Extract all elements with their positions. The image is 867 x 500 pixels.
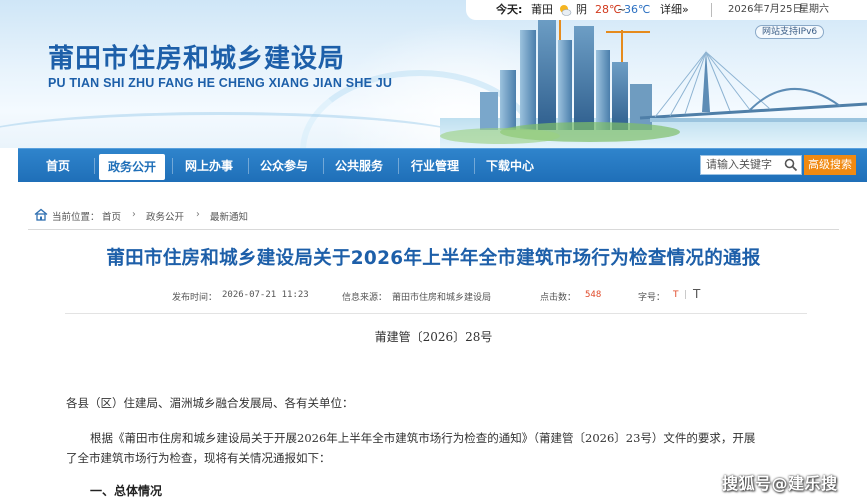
weather-separator (711, 3, 712, 17)
document-number: 莆建管〔2026〕28号 (374, 330, 493, 344)
article-title: 莆田市住房和城乡建设局关于2026年上半年全市建筑市场行为检查情况的通报 (106, 248, 761, 269)
site-header: 莆田市住房和城乡建设局 PU TIAN SHI ZHU FANG HE CHEN… (0, 0, 867, 148)
search-icon[interactable] (784, 158, 798, 172)
weather-detail-link[interactable]: 详细» (660, 0, 689, 20)
breadcrumb-prefix: 当前位置： (52, 212, 100, 223)
ipv6-badge[interactable]: 网站支持IPv6 (755, 25, 825, 39)
nav-separator (323, 158, 324, 174)
nav-government-affairs[interactable]: 政务公开 (99, 154, 165, 180)
nav-home[interactable]: 首页 (28, 149, 88, 183)
breadcrumb-gov-affairs[interactable]: 政务公开 (146, 209, 184, 223)
nav-public-participation[interactable]: 公众参与 (251, 149, 317, 183)
breadcrumb-home[interactable]: 首页 (102, 209, 121, 223)
publish-label: 发布时间： (172, 293, 218, 303)
nav-industry-management[interactable]: 行业管理 (402, 149, 468, 183)
source-label: 信息来源： (342, 293, 388, 303)
site-subtitle: PU TIAN SHI ZHU FANG HE CHENG XIANG JIAN… (48, 76, 393, 90)
clicks-label: 点击数： (540, 293, 577, 303)
breadcrumb-arrow: › (196, 209, 200, 220)
font-large-button[interactable]: T (693, 287, 700, 301)
font-size-separator: | (684, 290, 688, 300)
nav-separator (94, 158, 95, 174)
nav-public-services[interactable]: 公共服务 (326, 149, 392, 183)
nav-separator (474, 158, 475, 174)
weather-bar: 今天: 莆田 阴 28℃ ~ 36℃ 详细» 2026年7月25日 星期六 (466, 0, 867, 20)
nav-download-center[interactable]: 下载中心 (477, 149, 543, 183)
nav-separator (172, 158, 173, 174)
main-nav: 首页 政务公开 网上办事 公众参与 公共服务 行业管理 下载中心 请输入关键字 … (18, 148, 867, 182)
advanced-search-button[interactable]: 高级搜索 (804, 155, 856, 175)
breadcrumb: 当前位置： 首页 › 政务公开 › 最新通知 (28, 200, 839, 230)
current-date: 2026年7月25日 (728, 4, 803, 15)
temp-low: 36℃ (624, 3, 651, 16)
body-line-2: 了全市建筑市场行为检查，现将有关情况通报如下： (66, 451, 331, 465)
clicks-count: 548 (585, 290, 602, 300)
weather-city: 莆田 (531, 3, 553, 16)
nav-separator (248, 158, 249, 174)
city-skyline-illustration (440, 10, 867, 148)
publish-time: 2026-07-21 11:23 (222, 290, 309, 300)
site-title[interactable]: 莆田市住房和城乡建设局 (48, 38, 345, 75)
section-heading-overview: 一、总体情况 (90, 484, 163, 498)
font-small-button[interactable]: T (673, 290, 679, 300)
nav-separator (398, 158, 399, 174)
salutation: 各县（区）住建局、湄洲城乡融合发展局、各有关单位： (66, 396, 354, 410)
nav-online-services[interactable]: 网上办事 (176, 149, 242, 183)
current-weekday: 星期六 (799, 4, 829, 15)
weather-condition: 阴 (576, 3, 587, 16)
home-icon (34, 208, 48, 221)
partly-cloudy-icon (560, 5, 572, 16)
font-size-label: 字号： (638, 293, 666, 303)
source-value: 莆田市住房和城乡建设局 (392, 293, 492, 303)
today-label: 今天: (496, 3, 523, 16)
breadcrumb-arrow: › (132, 209, 136, 220)
breadcrumb-latest-notices[interactable]: 最新通知 (210, 209, 248, 223)
watermark: 搜狐号@建乐搜 (722, 474, 838, 493)
meta-divider (65, 313, 807, 314)
body-line-1: 根据《莆田市住房和城乡建设局关于开展2026年上半年全市建筑市场行为检查的通知》… (90, 431, 756, 445)
